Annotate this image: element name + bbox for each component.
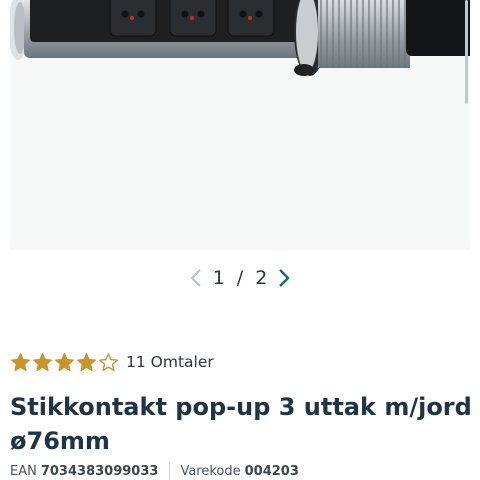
product-image bbox=[10, 0, 470, 76]
rating-stars bbox=[10, 352, 119, 373]
chevron-left-icon[interactable] bbox=[189, 267, 203, 289]
pager-separator: / bbox=[236, 267, 244, 289]
star-filled-icon bbox=[33, 352, 52, 371]
ean-label: EAN bbox=[10, 463, 37, 479]
gallery-pager: 1 / 2 bbox=[0, 264, 480, 292]
star-filled-icon bbox=[77, 352, 96, 371]
product-title: Stikkontakt pop-up 3 uttak m/jord ø76mm bbox=[10, 393, 472, 455]
ean-value: 7034383099033 bbox=[40, 463, 159, 479]
divider bbox=[169, 462, 171, 480]
star-filled-icon bbox=[55, 352, 74, 371]
chevron-right-icon[interactable] bbox=[277, 267, 291, 289]
pager-total: 2 bbox=[255, 267, 268, 289]
star-empty-icon bbox=[99, 352, 118, 371]
star-filled-icon bbox=[11, 352, 30, 371]
scrollbar[interactable] bbox=[465, 0, 468, 104]
pager-current: 1 bbox=[212, 267, 225, 289]
product-codes: EAN 7034383099033 Varekode 004203 bbox=[10, 462, 299, 480]
sku-label: Varekode bbox=[180, 463, 241, 479]
sku-value: 004203 bbox=[244, 463, 299, 479]
review-count-link[interactable]: 11 Omtaler bbox=[126, 353, 214, 371]
product-rating: 11 Omtaler bbox=[10, 350, 214, 374]
product-image-gallery[interactable] bbox=[10, 0, 470, 250]
